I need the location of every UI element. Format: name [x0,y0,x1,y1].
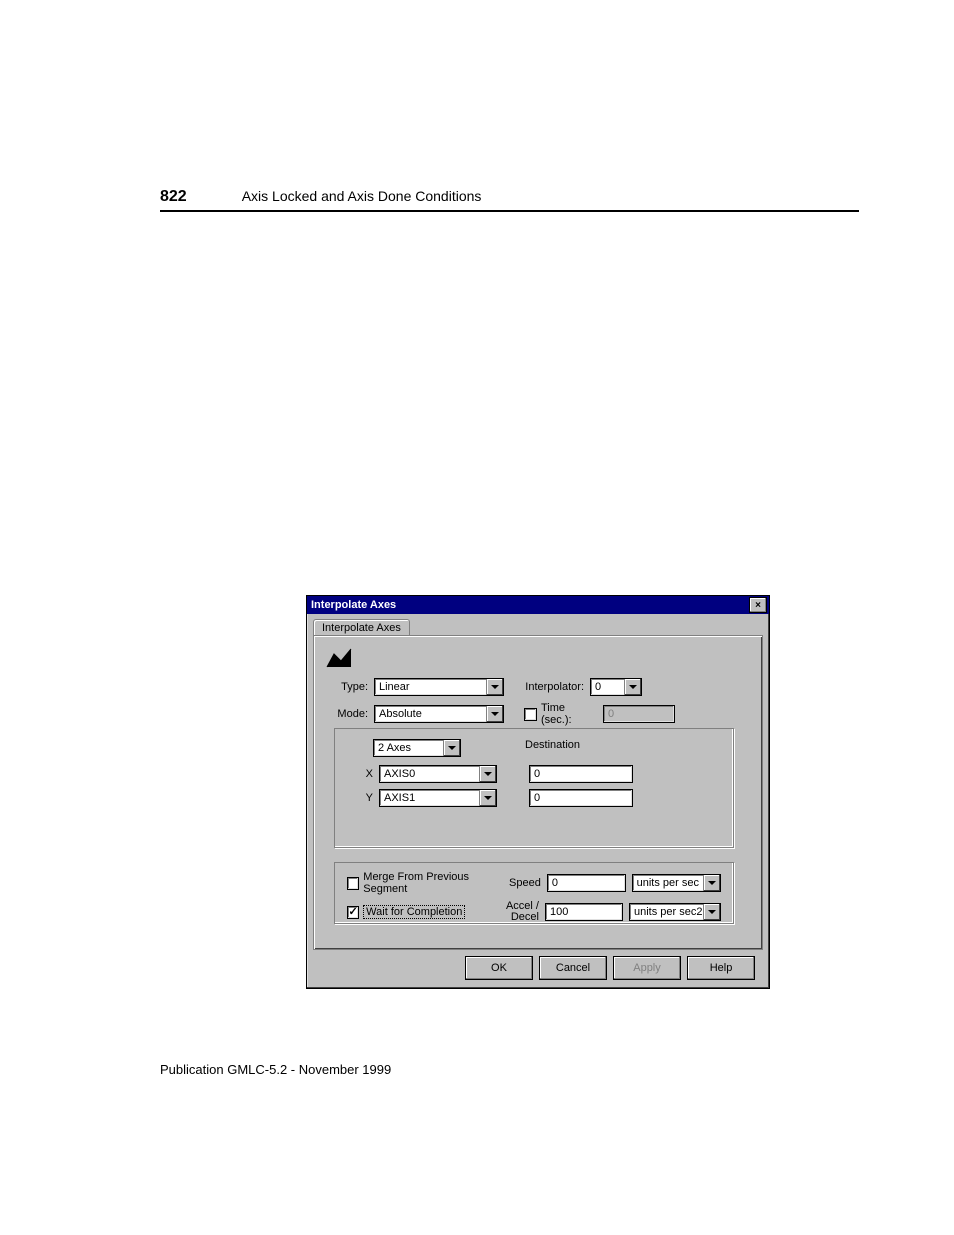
mode-select[interactable]: Absolute [374,705,504,723]
ok-button[interactable]: OK [465,956,533,980]
accel-units-value: units per sec2 [630,906,703,918]
row-merge-speed: Merge From Previous Segment Speed 0 unit… [347,871,721,895]
dialog-title: Interpolate Axes [311,599,396,611]
close-button[interactable]: × [749,597,767,613]
titlebar: Interpolate Axes × [307,596,769,614]
page: 822 Axis Locked and Axis Done Conditions… [0,0,954,1235]
axis-x-label: X [347,768,379,780]
chevron-down-icon [443,740,460,756]
axis-y-value: AXIS1 [380,792,479,804]
interpolator-label: Interpolator: [524,681,590,693]
time-checkbox[interactable] [524,708,537,721]
axis-y-select[interactable]: AXIS1 [379,789,497,807]
row-wait-accel: Wait for Completion Accel / Decel 100 un… [347,901,721,923]
interpolator-select[interactable]: 0 [590,678,642,696]
axes-count-value: 2 Axes [374,742,443,754]
page-header: 822 Axis Locked and Axis Done Conditions [160,188,859,212]
interpolate-icon [326,646,352,668]
apply-button: Apply [613,956,681,980]
tab-panel: Type: Linear Interpolator: 0 Mode: Absol… [313,635,763,950]
accel-input[interactable]: 100 [545,903,623,921]
tab-strip: Interpolate Axes [307,614,769,635]
wait-checkbox[interactable] [347,906,359,919]
close-icon: × [755,600,761,611]
time-input: 0 [603,705,675,723]
page-number: 822 [160,188,187,206]
tab-interpolate-axes[interactable]: Interpolate Axes [313,619,410,636]
interpolate-axes-dialog: Interpolate Axes × Interpolate Axes Type… [306,595,770,989]
chevron-down-icon [703,875,720,891]
section-title: Axis Locked and Axis Done Conditions [242,188,482,204]
publication-footer: Publication GMLC-5.2 - November 1999 [160,1062,391,1077]
cancel-button[interactable]: Cancel [539,956,607,980]
axis-y-label: Y [347,792,379,804]
time-label: Time (sec.): [541,702,603,726]
speed-label: Speed [503,877,546,889]
type-label: Type: [326,681,374,693]
row-axis-x: X AXIS0 0 [347,765,721,783]
axes-count-select[interactable]: 2 Axes [373,739,461,757]
type-select[interactable]: Linear [374,678,504,696]
axes-group: 2 Axes Destination X AXIS0 0 Y [334,728,734,848]
mode-label: Mode: [326,708,374,720]
destination-header: Destination [525,739,580,751]
axis-x-value: AXIS0 [380,768,479,780]
chevron-down-icon [486,706,503,722]
chevron-down-icon [703,904,720,920]
accel-units-select[interactable]: units per sec2 [629,903,721,921]
row-axis-y: Y AXIS1 0 [347,789,721,807]
wait-label-text: Wait for Completion [363,905,465,919]
axis-y-destination[interactable]: 0 [529,789,633,807]
speed-input[interactable]: 0 [547,874,626,892]
chevron-down-icon [479,766,496,782]
chevron-down-icon [479,790,496,806]
axis-x-select[interactable]: AXIS0 [379,765,497,783]
interpolator-value: 0 [591,681,624,693]
wait-label: Wait for Completion [363,906,502,918]
speed-units-value: units per sec [633,877,703,889]
merge-checkbox[interactable] [347,877,359,890]
chevron-down-icon [624,679,641,695]
type-value: Linear [375,681,486,693]
help-button[interactable]: Help [687,956,755,980]
accel-label: Accel / Decel [502,901,545,923]
speed-units-select[interactable]: units per sec [632,874,721,892]
dialog-buttons: OK Cancel Apply Help [465,956,755,980]
row-type: Type: Linear Interpolator: 0 [326,678,750,696]
mode-value: Absolute [375,708,486,720]
axis-x-destination[interactable]: 0 [529,765,633,783]
merge-label: Merge From Previous Segment [363,871,503,895]
chevron-down-icon [486,679,503,695]
motion-group: Merge From Previous Segment Speed 0 unit… [334,862,734,924]
row-mode: Mode: Absolute Time (sec.): 0 [326,702,750,726]
